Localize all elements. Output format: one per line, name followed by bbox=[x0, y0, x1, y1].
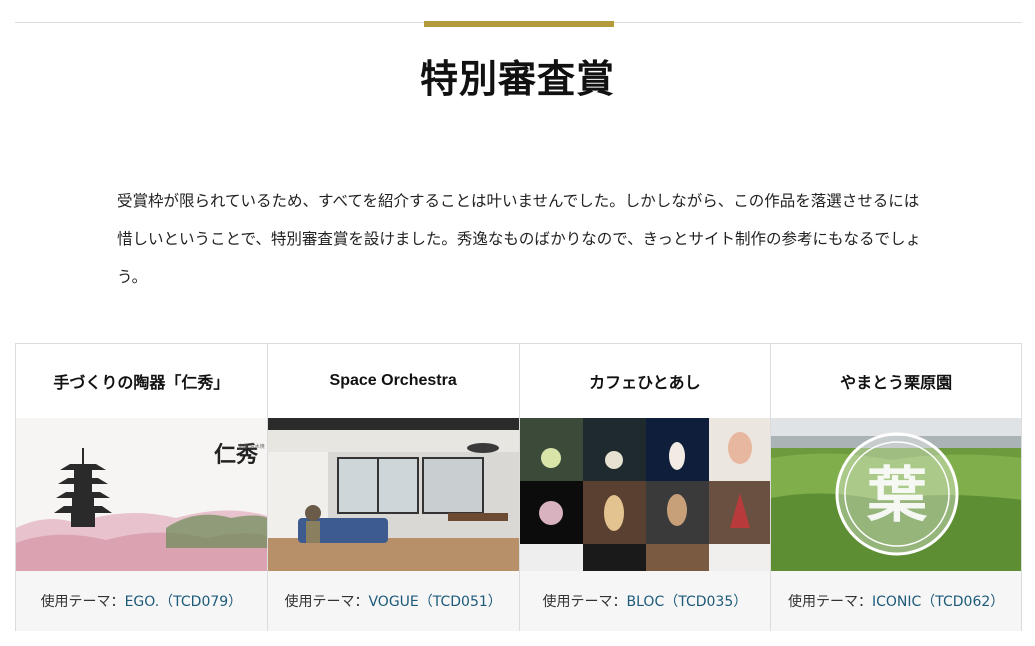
logo-sub: 京都 清水焼 bbox=[238, 443, 265, 450]
section-intro: 受賞枠が限られているため、すべてを紹介することは叶いませんでした。しかしながら、… bbox=[117, 192, 921, 286]
site-thumbnail[interactable] bbox=[519, 418, 771, 571]
card-title[interactable]: Space Orchestra bbox=[268, 344, 519, 418]
card-title[interactable]: カフェひとあし bbox=[520, 344, 771, 418]
award-cards: 手づくりの陶器「仁秀」 仁秀 京都 清水焼 使用テーマ： EGO.（TCD079… bbox=[15, 343, 1022, 631]
site-thumbnail[interactable]: 葉 bbox=[771, 418, 1021, 571]
card-footer: 使用テーマ： ICONIC（TCD062） bbox=[771, 571, 1021, 631]
theme-prefix: 使用テーマ： bbox=[787, 594, 872, 610]
card-title[interactable]: やまとう栗原園 bbox=[771, 344, 1021, 418]
section-title: 特別審査賞 bbox=[419, 56, 615, 101]
site-thumbnail[interactable]: 仁秀 京都 清水焼 bbox=[16, 418, 267, 571]
card-title[interactable]: 手づくりの陶器「仁秀」 bbox=[16, 344, 267, 418]
site-thumbnail[interactable] bbox=[267, 418, 519, 571]
award-card[interactable]: やまとう栗原園 葉 使用テーマ： ICONIC（TCD062） bbox=[770, 343, 1022, 631]
award-card[interactable]: Space Orchestra 使用テーマ： VOGUE（TCD051） bbox=[266, 343, 519, 631]
card-footer: 使用テーマ： BLOC（TCD035） bbox=[519, 571, 771, 631]
award-card[interactable]: 手づくりの陶器「仁秀」 仁秀 京都 清水焼 使用テーマ： EGO.（TCD079… bbox=[15, 343, 267, 631]
card-footer: 使用テーマ： EGO.（TCD079） bbox=[16, 571, 267, 631]
theme-link[interactable]: VOGUE（TCD051） bbox=[368, 591, 501, 611]
theme-prefix: 使用テーマ： bbox=[284, 594, 369, 610]
gold-accent-bar bbox=[424, 21, 614, 27]
theme-link[interactable]: BLOC（TCD035） bbox=[627, 591, 748, 611]
theme-link[interactable]: EGO.（TCD079） bbox=[125, 591, 243, 611]
theme-prefix: 使用テーマ： bbox=[40, 594, 125, 610]
theme-prefix: 使用テーマ： bbox=[542, 594, 627, 610]
logo-text: 葉 bbox=[866, 461, 928, 531]
theme-link[interactable]: ICONIC（TCD062） bbox=[872, 591, 1004, 611]
award-card[interactable]: カフェひとあし 使用テーマ： BLOC（TCD035） bbox=[518, 343, 771, 631]
card-footer: 使用テーマ： VOGUE（TCD051） bbox=[267, 571, 519, 631]
